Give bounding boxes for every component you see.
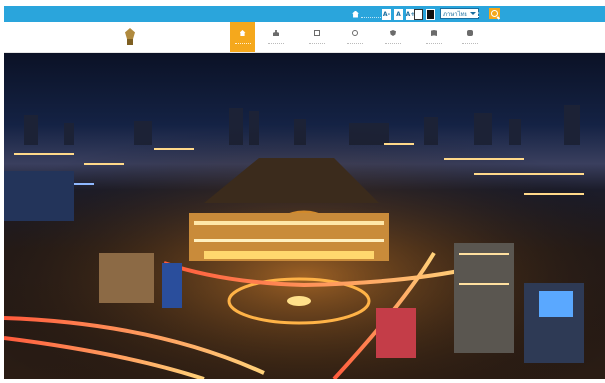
left-building: [4, 171, 74, 221]
contrast-normal-button[interactable]: [414, 8, 423, 20]
contrast-inverted-button[interactable]: [426, 8, 435, 20]
foreground-building: [99, 253, 154, 303]
home-icon: [352, 10, 359, 18]
nav-item-home[interactable]: [230, 22, 255, 52]
person-icon: [273, 30, 279, 36]
nav-item-about[interactable]: [255, 22, 297, 52]
book-icon: [431, 30, 437, 36]
page-bottom-edge: [0, 379, 605, 383]
nav-item-label: [268, 39, 284, 44]
nav-item-label: [385, 39, 401, 44]
nav-item-transparency[interactable]: [336, 22, 374, 52]
nav-item-knowledge[interactable]: [412, 22, 456, 52]
document-icon: [313, 30, 320, 36]
state-railway-emblem-icon: [124, 28, 136, 45]
social-links: f t: [466, 8, 479, 20]
language-select-value: ภาษาไทย: [443, 10, 469, 18]
twitter-icon[interactable]: t: [475, 10, 479, 19]
site-header: [4, 22, 605, 53]
hero-cityscape: [4, 105, 605, 379]
neon-building: [376, 308, 416, 358]
shield-icon: [390, 30, 396, 36]
search-icon: [491, 10, 498, 17]
hero-banner-image: [4, 53, 605, 379]
site-logo[interactable]: [124, 28, 216, 45]
eye-icon: [352, 30, 358, 36]
main-nav: [230, 22, 484, 52]
contrast-controls: [414, 8, 435, 20]
home-link[interactable]: [352, 8, 381, 20]
billboard: [162, 263, 182, 308]
nav-item-security[interactable]: [374, 22, 412, 52]
search-button[interactable]: [489, 8, 500, 19]
nav-item-label: [308, 39, 325, 44]
font-normal-button[interactable]: A: [394, 8, 403, 20]
home-link-label: [361, 11, 381, 18]
chat-icon: [467, 30, 473, 36]
nav-item-label: [347, 39, 363, 44]
nav-item-contact[interactable]: [456, 22, 484, 52]
nav-item-label: [234, 39, 251, 44]
nav-item-label: [426, 39, 442, 44]
nav-item-label: [462, 39, 478, 44]
font-decrease-button[interactable]: A-: [382, 8, 391, 20]
home-icon: [239, 30, 246, 36]
nav-item-services[interactable]: [297, 22, 336, 52]
font-size-controls: A- A A+: [382, 8, 415, 20]
top-utility-bar: A- A A+ ภาษาไทย f t: [4, 6, 605, 22]
facebook-icon[interactable]: f: [466, 10, 469, 19]
